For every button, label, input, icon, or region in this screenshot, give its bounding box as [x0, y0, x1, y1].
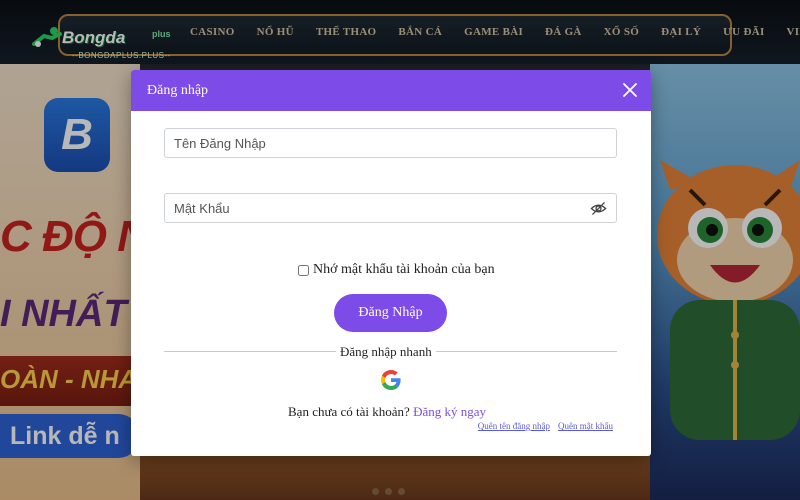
recovery-links: Quên tên đăng nhập Quên mật khẩu — [478, 421, 613, 431]
login-button[interactable]: Đăng Nhập — [334, 294, 447, 332]
quick-login-label: Đăng nhập nhanh — [336, 344, 436, 360]
eye-off-icon[interactable] — [590, 200, 607, 217]
modal-header: Đăng nhập — [131, 70, 651, 111]
remember-me[interactable]: Nhớ mật khẩu tài khoản của bạn — [298, 262, 495, 278]
remember-label: Nhớ mật khẩu tài khoản của bạn — [313, 262, 495, 277]
forgot-username-link[interactable]: Quên tên đăng nhập — [478, 421, 550, 431]
forgot-password-link[interactable]: Quên mật khẩu — [558, 421, 613, 431]
password-input[interactable] — [165, 194, 616, 222]
signup-text: Bạn chưa có tài khoản? — [288, 404, 410, 419]
google-icon[interactable] — [379, 368, 403, 392]
username-input[interactable] — [165, 129, 616, 157]
signup-prompt: Bạn chưa có tài khoản? Đăng ký ngay — [288, 404, 486, 420]
remember-checkbox[interactable] — [298, 264, 309, 276]
username-field-wrapper — [164, 128, 617, 158]
signup-link[interactable]: Đăng ký ngay — [413, 404, 486, 419]
modal-title: Đăng nhập — [147, 83, 209, 98]
login-modal: Đăng nhập Nhớ mật khẩu tài khoản của bạn… — [131, 70, 651, 456]
close-icon[interactable] — [621, 81, 639, 99]
password-field-wrapper — [164, 193, 617, 223]
